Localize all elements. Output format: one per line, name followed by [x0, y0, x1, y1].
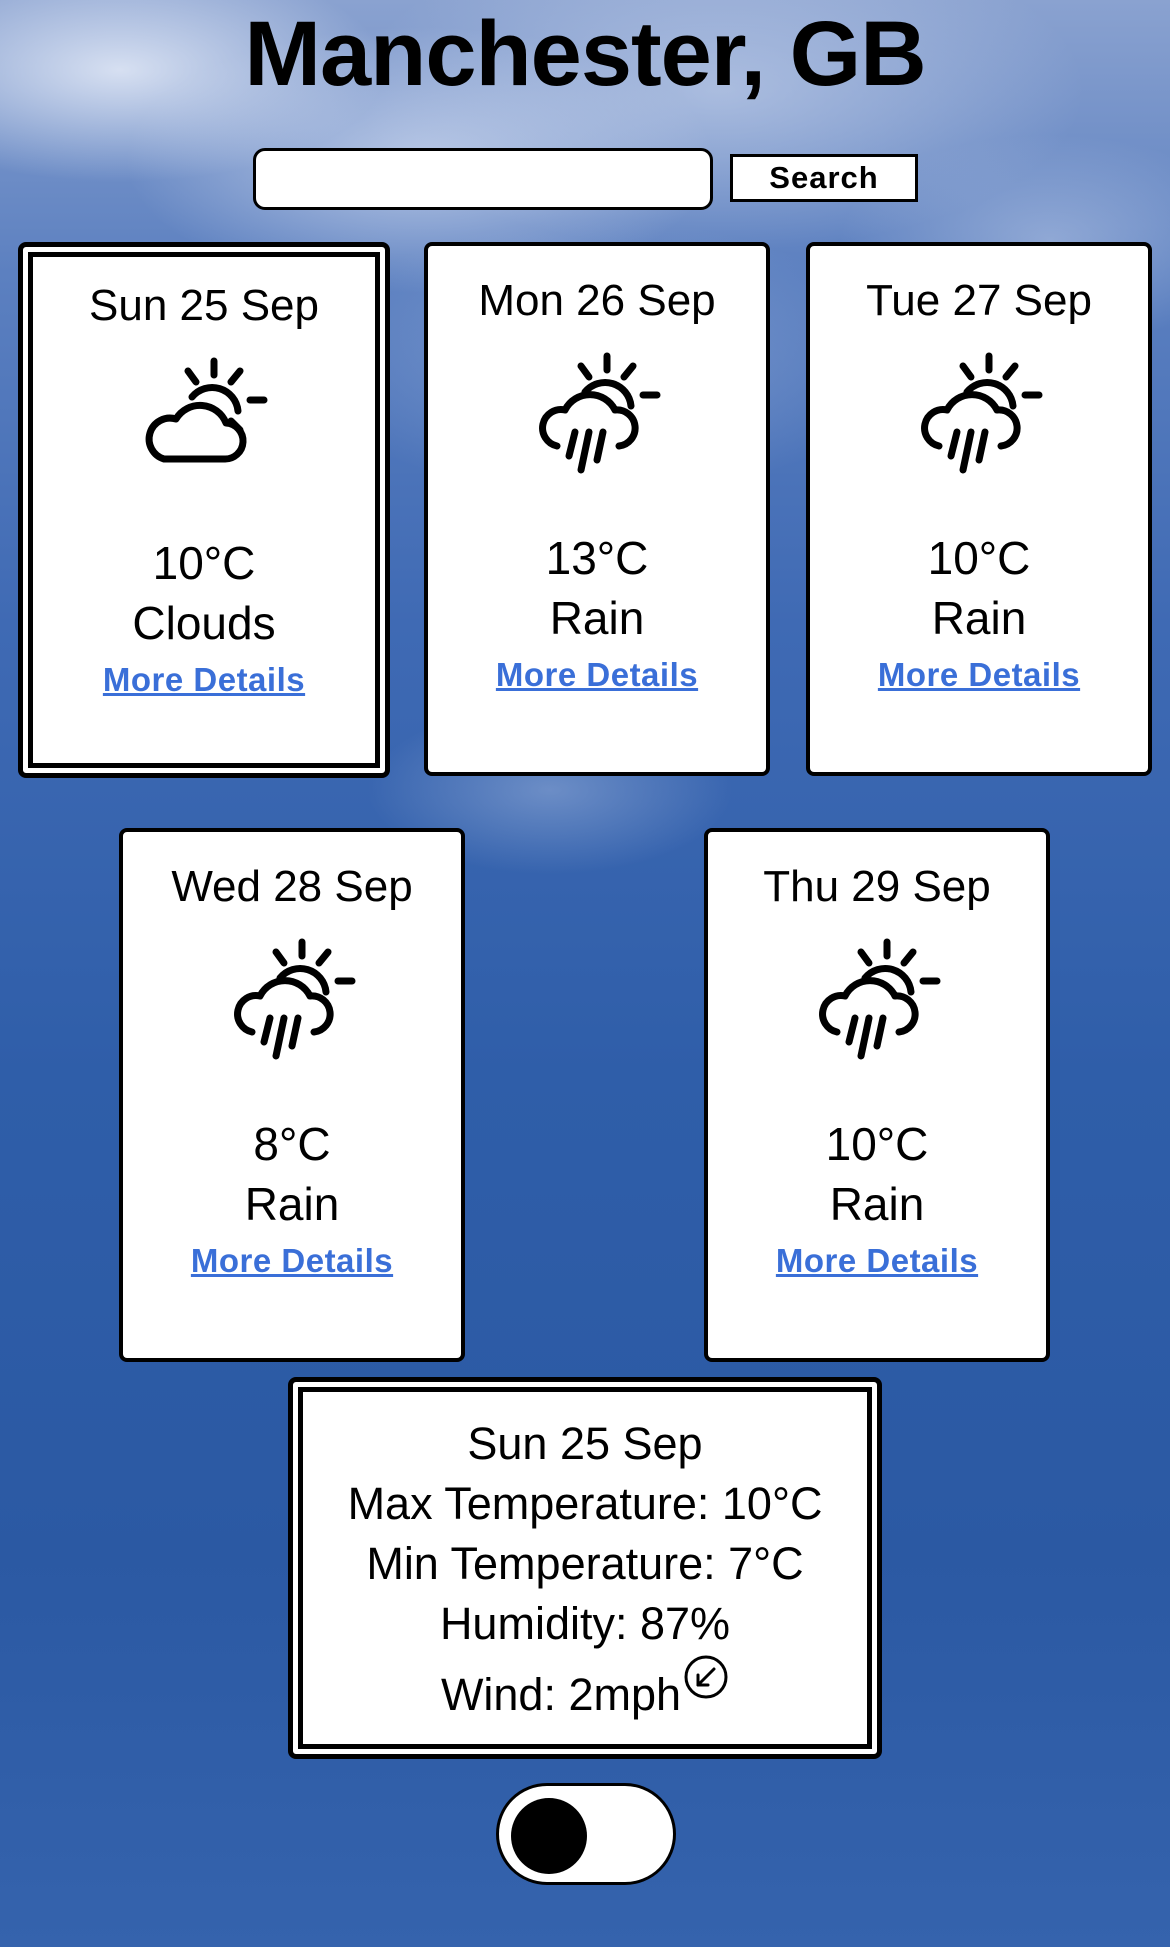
- details-panel: Sun 25 Sep Max Temperature: 10°C Min Tem…: [288, 1377, 882, 1759]
- theme-toggle[interactable]: [496, 1783, 676, 1885]
- forecast-condition: Rain: [931, 592, 1027, 644]
- details-humidity: Humidity: 87%: [439, 1598, 731, 1649]
- more-details-link[interactable]: More Details: [878, 656, 1080, 694]
- details-wind: Wind: 2mph: [440, 1669, 682, 1720]
- forecast-temp: 10°C: [927, 532, 1031, 584]
- search-button[interactable]: Search: [730, 154, 918, 202]
- forecast-condition: Clouds: [132, 597, 276, 649]
- forecast-card-mon[interactable]: Mon 26 Sep 13°C Rain More Details: [424, 242, 770, 776]
- forecast-temp: 13°C: [545, 532, 649, 584]
- rain-sun-icon: [234, 934, 362, 1060]
- page-title: Manchester, GB: [244, 3, 926, 105]
- forecast-date: Sun 25 Sep: [89, 281, 319, 330]
- forecast-card-thu[interactable]: Thu 29 Sep 10°C Rain More Details: [704, 828, 1050, 1362]
- forecast-condition: Rain: [244, 1178, 340, 1230]
- forecast-date: Mon 26 Sep: [478, 276, 716, 325]
- toggle-knob: [511, 1798, 587, 1874]
- more-details-link[interactable]: More Details: [103, 661, 305, 699]
- details-min-temp: Min Temperature: 7°C: [366, 1538, 804, 1589]
- cloudy-sun-icon: [145, 353, 274, 463]
- search-input[interactable]: [253, 148, 713, 210]
- forecast-temp: 8°C: [253, 1118, 331, 1170]
- forecast-temp: 10°C: [825, 1118, 929, 1170]
- more-details-link[interactable]: More Details: [776, 1242, 978, 1280]
- forecast-card-inner: Sun 25 Sep 10°C Clouds More Details: [28, 252, 380, 768]
- forecast-temp: 10°C: [152, 537, 256, 589]
- forecast-card-tue[interactable]: Tue 27 Sep 10°C Rain More Details: [806, 242, 1152, 776]
- details-max-temp: Max Temperature: 10°C: [347, 1478, 823, 1529]
- rain-sun-icon: [819, 934, 947, 1060]
- forecast-date: Thu 29 Sep: [763, 862, 991, 911]
- more-details-link[interactable]: More Details: [496, 656, 698, 694]
- forecast-condition: Rain: [549, 592, 645, 644]
- rain-sun-icon: [539, 348, 667, 474]
- more-details-link[interactable]: More Details: [191, 1242, 393, 1280]
- details-wind-row: Wind: 2mph: [303, 1654, 867, 1725]
- rain-sun-icon: [921, 348, 1049, 474]
- forecast-date: Tue 27 Sep: [866, 276, 1092, 325]
- details-date: Sun 25 Sep: [467, 1418, 703, 1469]
- forecast-condition: Rain: [829, 1178, 925, 1230]
- wind-direction-arrow-icon: [684, 1655, 728, 1699]
- forecast-card-sun[interactable]: Sun 25 Sep 10°C Clouds More Details: [18, 242, 390, 778]
- details-panel-inner: Sun 25 Sep Max Temperature: 10°C Min Tem…: [298, 1387, 872, 1749]
- forecast-date: Wed 28 Sep: [171, 862, 413, 911]
- forecast-card-wed[interactable]: Wed 28 Sep 8°C Rain More Details: [119, 828, 465, 1362]
